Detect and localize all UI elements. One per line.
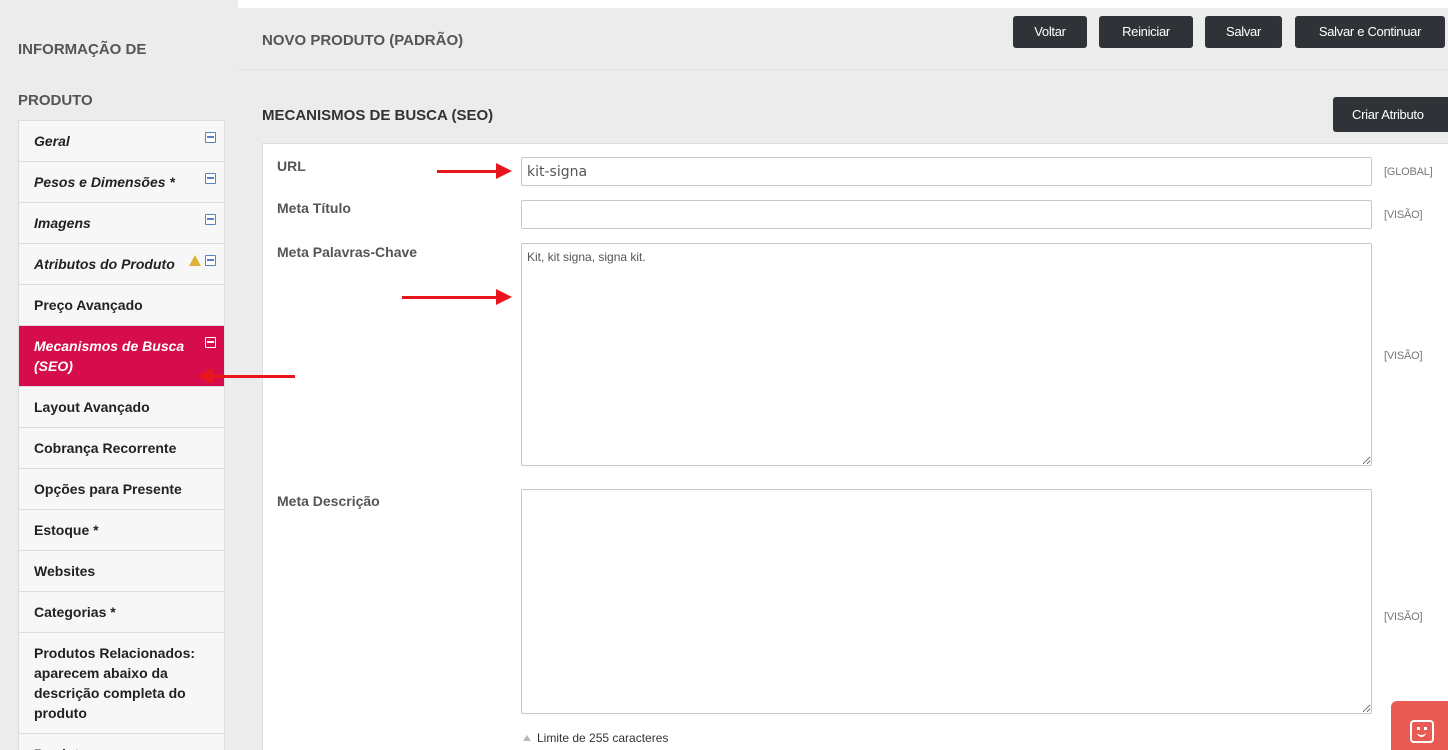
meta-description-textarea[interactable] — [521, 489, 1372, 714]
triangle-up-icon — [523, 735, 531, 741]
save-and-continue-button[interactable]: Salvar e Continuar — [1295, 16, 1445, 48]
annotation-arrow-url — [437, 163, 512, 179]
meta-keywords-scope: [VISÃO] — [1384, 350, 1423, 362]
save-icon — [205, 132, 216, 143]
create-attribute-button[interactable]: Criar Atributo — [1333, 97, 1448, 132]
chat-widget-button[interactable] — [1391, 701, 1448, 750]
meta-description-scope: [VISÃO] — [1384, 611, 1423, 623]
sidebar-tab-label: Imagens — [34, 215, 91, 231]
sidebar-tab-4[interactable]: Preço Avançado — [19, 285, 224, 326]
product-tabs: Geral Pesos e Dimensões * Imagens Atributos… — [18, 120, 225, 750]
sidebar-tab-0[interactable]: Geral — [19, 121, 224, 162]
sidebar-tab-8[interactable]: Opções para Presente — [19, 469, 224, 510]
meta-description-label: Meta Descrição — [277, 493, 380, 509]
sidebar-tab-label: Estoque * — [34, 522, 99, 538]
sidebar-tab-label: Categorias * — [34, 604, 116, 620]
sidebar-tab-13[interactable]: Produtos — [19, 734, 224, 750]
reset-button[interactable]: Reiniciar — [1099, 16, 1193, 48]
annotation-arrow-seo-tab — [197, 368, 295, 384]
sidebar-tab-label: Atributos do Produto — [34, 256, 175, 272]
sidebar-tab-2[interactable]: Imagens — [19, 203, 224, 244]
page-header: NOVO PRODUTO (PADRÃO) Voltar Reiniciar S… — [238, 8, 1448, 70]
save-icon — [205, 214, 216, 225]
save-icon — [205, 337, 216, 348]
save-icon — [205, 255, 216, 266]
sidebar-tab-label: Cobrança Recorrente — [34, 440, 177, 456]
tab-status-icons — [205, 173, 216, 184]
sidebar-tab-label: Preço Avançado — [34, 297, 143, 313]
char-limit-note: Limite de 255 caracteres — [523, 731, 668, 745]
meta-title-label: Meta Título — [277, 200, 351, 216]
sidebar-tab-label: Geral — [34, 133, 70, 149]
sidebar-tab-label: Websites — [34, 563, 96, 579]
sidebar-tab-1[interactable]: Pesos e Dimensões * — [19, 162, 224, 203]
chat-icon — [1410, 720, 1434, 743]
save-icon — [205, 173, 216, 184]
sidebar-tab-label: Produtos — [34, 746, 95, 750]
sidebar-tab-7[interactable]: Cobrança Recorrente — [19, 428, 224, 469]
sidebar-tab-5[interactable]: Mecanismos de Busca (SEO) — [19, 326, 224, 387]
char-limit-text: Limite de 255 caracteres — [537, 731, 669, 745]
sidebar-tab-label: Layout Avançado — [34, 399, 150, 415]
sidebar-tab-label: Pesos e Dimensões * — [34, 174, 175, 190]
url-input[interactable] — [521, 157, 1372, 186]
sidebar-tab-12[interactable]: Produtos Relacionados: aparecem abaixo d… — [19, 633, 224, 734]
save-button[interactable]: Salvar — [1205, 16, 1282, 48]
sidebar-tab-11[interactable]: Categorias * — [19, 592, 224, 633]
sidebar-tab-label: Mecanismos de Busca (SEO) — [34, 338, 185, 374]
sidebar-tab-6[interactable]: Layout Avançado — [19, 387, 224, 428]
sidebar-tab-label: Produtos Relacionados: aparecem abaixo d… — [34, 645, 196, 721]
page-title: NOVO PRODUTO (PADRÃO) — [262, 32, 464, 49]
sidebar-tab-10[interactable]: Websites — [19, 551, 224, 592]
url-label: URL — [277, 158, 306, 174]
meta-keywords-label: Meta Palavras-Chave — [277, 244, 418, 260]
meta-keywords-textarea[interactable]: Kit, kit signa, signa kit. — [521, 243, 1372, 466]
annotation-arrow-keywords — [402, 289, 512, 305]
sidebar-title: Informação de Produto — [18, 41, 147, 109]
tab-status-icons — [205, 132, 216, 143]
meta-title-scope: [VISÃO] — [1384, 209, 1423, 221]
tab-status-icons — [205, 214, 216, 225]
tab-status-icons — [205, 337, 216, 348]
back-button[interactable]: Voltar — [1013, 16, 1087, 48]
sidebar-tab-3[interactable]: Atributos do Produto — [19, 244, 224, 285]
meta-title-input[interactable] — [521, 200, 1372, 229]
warning-icon — [189, 255, 201, 266]
tab-status-icons — [189, 255, 216, 266]
sidebar-tab-9[interactable]: Estoque * — [19, 510, 224, 551]
url-scope: [GLOBAL] — [1384, 166, 1433, 178]
section-title: MECANISMOS DE BUSCA (SEO) — [262, 107, 494, 124]
sidebar-tab-label: Opções para Presente — [34, 481, 182, 497]
